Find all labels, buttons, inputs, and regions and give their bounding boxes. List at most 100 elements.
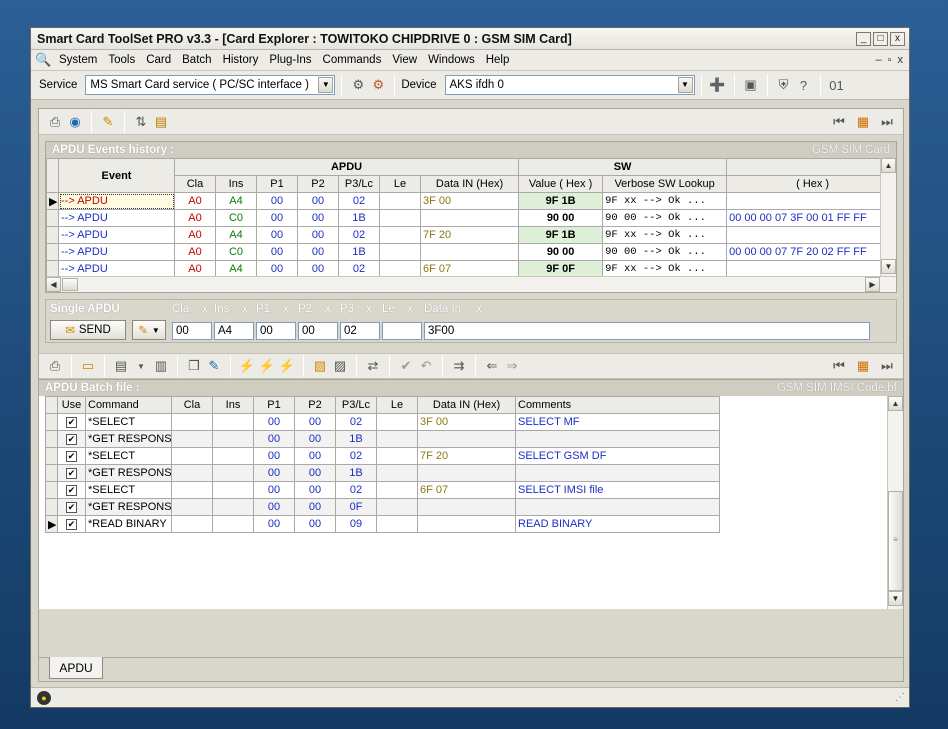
column-header-data-in[interactable]: Data IN (Hex) [417,396,516,414]
p1-cell[interactable]: 00 [256,209,298,227]
connect-card-icon[interactable]: ➕ [708,75,728,95]
mdi-close-button[interactable]: x [898,54,904,66]
data-in-cell[interactable]: 6F 07 [419,260,520,276]
ins-cell[interactable] [212,515,254,533]
insert-after-icon[interactable]: ⇒ [502,356,522,376]
data-out-cell[interactable] [726,192,896,210]
insert-before-icon[interactable]: ⇐ [482,356,502,376]
sw-value-cell[interactable]: 9F 1B [518,192,604,210]
event-cell[interactable]: --> APDU [58,209,175,227]
menu-view[interactable]: View [392,54,417,66]
le-cell[interactable] [379,192,421,210]
ins-cell[interactable] [212,481,254,499]
column-header-p3lc[interactable]: P3/Lc [338,175,380,193]
p1-cell[interactable]: 00 [253,464,295,482]
table-row[interactable]: ✔ *SELECT 00 00 02 7F 20 SELECT GSM DF [45,447,720,465]
le-cell[interactable] [376,498,418,516]
le-cell[interactable] [376,464,418,482]
p1-cell[interactable]: 00 [256,192,298,210]
print-icon[interactable]: ⎙ [45,112,65,132]
scroll-up-icon[interactable]: ▲ [881,158,896,173]
batch-vertical-scrollbar[interactable]: ▲ ≡ ▼ [887,396,903,609]
sw-value-cell[interactable]: 90 00 [518,209,604,227]
mdi-restore-button[interactable]: ▫ [888,54,892,66]
table-row[interactable]: ▶ ✔ *READ BINARY 00 00 09 READ BINARY [45,515,720,533]
use-cell[interactable]: ✔ [57,413,86,431]
table-row[interactable]: ✔ *SELECT 00 00 02 6F 07 SELECT IMSI fil… [45,481,720,499]
grid-icon[interactable]: ▦ [853,356,873,376]
p1-cell[interactable]: 00 [253,430,295,448]
menu-help[interactable]: Help [486,54,510,66]
batch-grid[interactable]: Use Command Cla Ins P1 P2 P3/Lc Le Data … [39,396,903,609]
le-cell[interactable] [379,226,421,244]
ins-cell[interactable] [212,447,254,465]
first-icon[interactable]: ⏮ [829,356,849,376]
events-vertical-scrollbar[interactable]: ▲ ▼ [880,158,896,276]
comment-cell[interactable] [515,498,720,516]
comment-cell[interactable]: SELECT IMSI file [515,481,720,499]
sw-value-cell[interactable]: 9F 0F [518,260,604,276]
p1-field[interactable]: 00 [256,322,296,340]
data-in-cell[interactable] [417,515,516,533]
table-row[interactable]: ✔ *GET RESPONSE 00 00 1B [45,430,720,448]
grid-icon[interactable]: ▦ [853,112,873,132]
cla-cell[interactable] [171,430,213,448]
chevron-down-icon[interactable]: ▼ [677,77,693,93]
p3-cell[interactable]: 1B [335,430,377,448]
ins-cell[interactable] [212,413,254,431]
table-row[interactable]: ▶ --> APDU A0 A4 00 00 02 3F 00 9F 1B 9F… [46,192,896,210]
sw-value-cell[interactable]: 90 00 [518,243,604,261]
menu-batch[interactable]: Batch [182,54,211,66]
table-row[interactable]: ✔ *SELECT 00 00 02 3F 00 SELECT MF [45,413,720,431]
event-cell[interactable]: --> APDU [58,226,175,244]
save-icon[interactable]: ▤ [111,356,131,376]
column-header-p1[interactable]: P1 [253,396,295,414]
use-cell[interactable]: ✔ [57,481,86,499]
cla-cell[interactable] [171,481,213,499]
data-out-cell[interactable]: 00 00 00 07 7F 20 02 FF FF [726,243,896,261]
new-file-icon[interactable]: ▭ [78,356,98,376]
scroll-left-icon[interactable]: ◀ [46,277,61,292]
data-in-cell[interactable]: 7F 20 [417,447,516,465]
verbose-sw-cell[interactable]: 9F xx --> Ok ... [602,192,728,210]
p3-cell[interactable]: 02 [335,481,377,499]
close-button[interactable]: x [890,31,905,46]
data-in-cell[interactable]: 3F 00 [419,192,520,210]
table-row[interactable]: --> APDU A0 A4 00 00 02 7F 20 9F 1B 9F x… [46,226,896,244]
run-icon[interactable]: ⚡ [237,356,257,376]
cla-cell[interactable] [171,515,213,533]
column-header-command[interactable]: Command [85,396,172,414]
minimize-button[interactable]: _ [856,31,871,46]
p2-cell[interactable]: 00 [297,243,339,261]
ins-cell[interactable]: A4 [215,226,257,244]
cla-cell[interactable]: A0 [174,192,216,210]
column-header-cla[interactable]: Cla [171,396,213,414]
undo-icon[interactable]: ↶ [416,356,436,376]
table-row[interactable]: ✔ *GET RESPONSE 00 00 1B [45,464,720,482]
p1-cell[interactable]: 00 [253,447,295,465]
le-cell[interactable] [379,260,421,276]
use-checkbox[interactable]: ✔ [66,485,77,496]
le-cell[interactable] [376,515,418,533]
print-icon[interactable]: ⎙ [45,356,65,376]
paste-icon[interactable]: ▧ [310,356,330,376]
shield-icon[interactable]: ⛨ [774,75,794,95]
check-icon[interactable]: ✔ [396,356,416,376]
p3-cell[interactable]: 1B [338,209,380,227]
use-checkbox[interactable]: ✔ [66,519,77,530]
run-step-icon[interactable]: ⚡ [257,356,277,376]
p3-cell[interactable]: 0F [335,498,377,516]
use-checkbox[interactable]: ✔ [66,434,77,445]
data-in-cell[interactable]: 7F 20 [419,226,520,244]
use-cell[interactable]: ✔ [57,515,86,533]
use-checkbox[interactable]: ✔ [66,468,77,479]
column-header-cla[interactable]: Cla [174,175,216,193]
command-cell[interactable]: *SELECT [85,481,172,499]
cla-cell[interactable] [171,498,213,516]
cla-cell[interactable]: A0 [174,260,216,276]
save-as-icon[interactable]: ▥ [151,356,171,376]
cla-field[interactable]: 00 [172,322,212,340]
last-icon[interactable]: ⏭ [877,112,897,132]
last-icon[interactable]: ⏭ [877,356,897,376]
scroll-thumb[interactable] [62,278,78,291]
